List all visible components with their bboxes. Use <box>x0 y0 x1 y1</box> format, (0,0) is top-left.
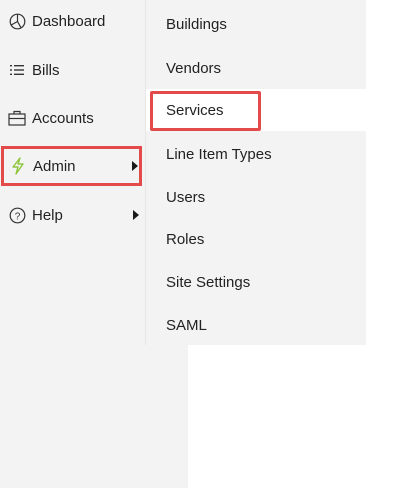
submenu-item-services[interactable]: Services <box>146 89 366 131</box>
sidebar-item-dashboard[interactable]: Dashboard <box>0 2 143 40</box>
submenu-item-label: Site Settings <box>166 273 251 291</box>
submenu-item-label: Services <box>166 101 224 119</box>
sidebar-item-help[interactable]: ? Help <box>0 196 143 234</box>
submenu-item-line-item-types[interactable]: Line Item Types <box>146 133 366 175</box>
svg-text:?: ? <box>14 211 20 222</box>
submenu-item-site-settings[interactable]: Site Settings <box>146 261 366 303</box>
submenu-item-label: Vendors <box>166 59 222 77</box>
bolt-icon <box>9 157 27 175</box>
chevron-right-icon <box>132 161 138 171</box>
submenu-item-saml[interactable]: SAML <box>146 304 366 346</box>
sidebar-item-label: Accounts <box>32 109 94 127</box>
sidebar-item-accounts[interactable]: Accounts <box>0 99 143 137</box>
chevron-right-icon <box>133 210 139 220</box>
admin-submenu: Buildings Vendors Services Line Item Typ… <box>145 0 366 345</box>
submenu-item-label: Buildings <box>166 15 227 33</box>
submenu-item-vendors[interactable]: Vendors <box>146 47 366 89</box>
dashboard-icon <box>8 12 26 30</box>
briefcase-icon <box>8 109 26 127</box>
sidebar-item-admin[interactable]: Admin <box>1 146 142 186</box>
help-circle-icon: ? <box>8 206 26 224</box>
sidebar-item-label: Help <box>32 206 63 224</box>
submenu-item-label: Line Item Types <box>166 145 272 163</box>
list-icon <box>8 61 26 79</box>
sidebar-item-label: Bills <box>32 61 60 79</box>
sidebar-item-label: Dashboard <box>32 12 106 30</box>
submenu-item-label: Users <box>166 188 206 206</box>
submenu-item-users[interactable]: Users <box>146 176 366 218</box>
sidebar-item-label: Admin <box>33 157 76 175</box>
sidebar-item-bills[interactable]: Bills <box>0 51 143 89</box>
submenu-item-label: SAML <box>166 316 207 334</box>
submenu-item-label: Roles <box>166 230 205 248</box>
submenu-item-roles[interactable]: Roles <box>146 218 366 260</box>
submenu-item-buildings[interactable]: Buildings <box>146 3 366 45</box>
